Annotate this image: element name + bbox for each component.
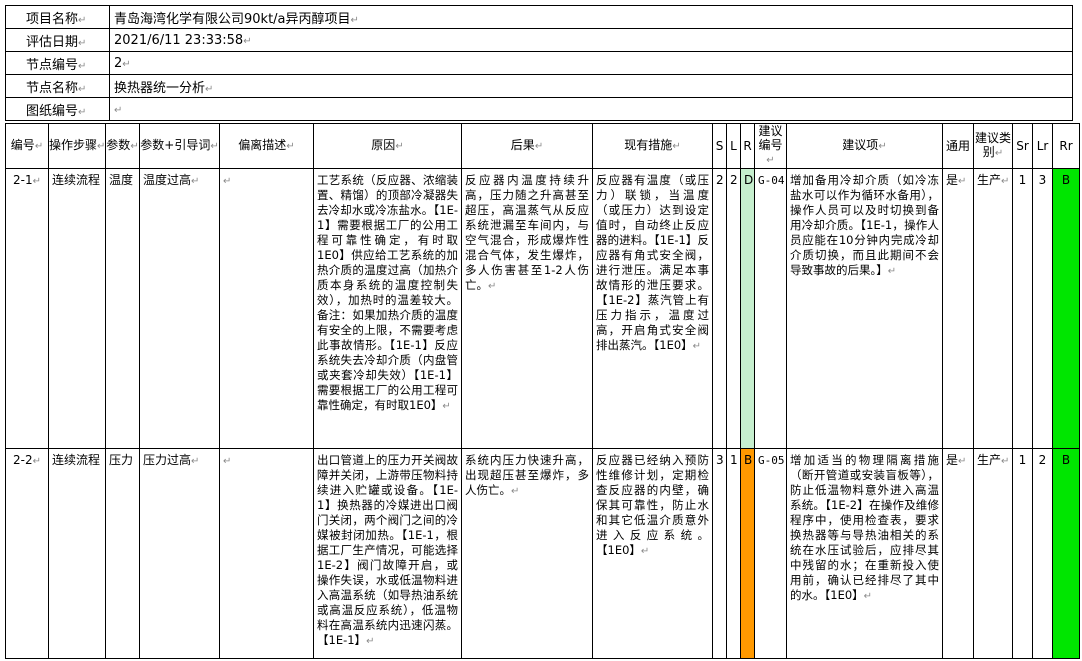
- cell-general[interactable]: 是↵: [942, 448, 974, 659]
- cell-param[interactable]: 压力: [105, 448, 140, 659]
- cell-measures[interactable]: 反应器已经纳入预防性维修计划，定期检查反应器的内壁，确保其可靠性，防止水和其它低…: [592, 448, 713, 659]
- cell-id[interactable]: 2-1↵: [5, 168, 49, 449]
- header-measures[interactable]: 现有措施↵: [592, 123, 713, 169]
- header-l[interactable]: L: [726, 123, 741, 169]
- header-deviation[interactable]: 偏离描述↵: [219, 123, 314, 169]
- hazop-analysis-table: 编号↵ 操作步骤↵ 参数↵ 参数+引导词↵ 偏离描述↵ 原因↵ 后果↵ 现有措施…: [5, 123, 1080, 659]
- header-s[interactable]: S: [712, 123, 727, 169]
- cell-sr[interactable]: 1: [1012, 448, 1033, 659]
- header-recommendation[interactable]: 建议项↵: [786, 123, 943, 169]
- info-value[interactable]: 换热器统一分析↵: [109, 74, 1073, 98]
- cell-guide[interactable]: 温度过高↵: [139, 168, 220, 449]
- cell-s[interactable]: 3: [712, 448, 727, 659]
- info-row-node-name: 节点名称↵ 换热器统一分析↵: [5, 74, 1073, 98]
- cell-rr[interactable]: B: [1052, 168, 1080, 449]
- cell-lr[interactable]: 3: [1032, 168, 1053, 449]
- header-rr[interactable]: Rr: [1052, 123, 1080, 169]
- cell-s[interactable]: 2: [712, 168, 727, 449]
- header-sr[interactable]: Sr: [1012, 123, 1033, 169]
- cell-recommendation[interactable]: 增加适当的物理隔离措施（断开管道或安装盲板等），防止低温物料意外进入高温系统。【…: [786, 448, 943, 659]
- info-value[interactable]: ↵: [109, 97, 1073, 121]
- cell-l[interactable]: 1: [726, 448, 741, 659]
- info-row-node-id: 节点编号↵ 2↵: [5, 51, 1073, 75]
- table-header-row: 编号↵ 操作步骤↵ 参数↵ 参数+引导词↵ 偏离描述↵ 原因↵ 后果↵ 现有措施…: [5, 123, 1080, 169]
- cell-r[interactable]: D: [740, 168, 755, 449]
- cell-step[interactable]: 连续流程: [48, 168, 106, 449]
- cell-category[interactable]: 生产↵: [973, 168, 1013, 449]
- cell-l[interactable]: 2: [726, 168, 741, 449]
- info-label: 评估日期↵: [5, 28, 110, 52]
- info-label: 节点名称↵: [5, 74, 110, 98]
- cell-rec-id[interactable]: G-04: [754, 168, 787, 449]
- info-value[interactable]: 2021/6/11 23:33:58↵: [109, 28, 1073, 52]
- info-label: 节点编号↵: [5, 51, 110, 75]
- header-consequence[interactable]: 后果↵: [461, 123, 593, 169]
- table-row: 2-2↵ 连续流程 压力 压力过高↵ ↵ 出口管道上的压力开关阀故障并关闭，上游…: [5, 448, 1080, 659]
- header-r[interactable]: R: [740, 123, 755, 169]
- header-general[interactable]: 通用: [942, 123, 974, 169]
- header-param[interactable]: 参数↵: [105, 123, 140, 169]
- header-lr[interactable]: Lr: [1032, 123, 1053, 169]
- header-rec-id[interactable]: 建议编号↵: [754, 123, 787, 169]
- info-row-eval-date: 评估日期↵ 2021/6/11 23:33:58↵: [5, 28, 1073, 52]
- header-id[interactable]: 编号↵: [5, 123, 49, 169]
- cell-general[interactable]: 是↵: [942, 168, 974, 449]
- cell-deviation[interactable]: ↵: [219, 448, 314, 659]
- header-category[interactable]: 建议类别↵: [973, 123, 1013, 169]
- info-value[interactable]: 2↵: [109, 51, 1073, 75]
- info-row-project-name: 项目名称↵ 青岛海湾化学有限公司90kt/a异丙醇项目↵: [5, 5, 1073, 29]
- cell-cause[interactable]: 出口管道上的压力开关阀故障并关闭，上游带压物料持续进入贮罐或设备。【1E-1】换…: [313, 448, 462, 659]
- project-info-table: 项目名称↵ 青岛海湾化学有限公司90kt/a异丙醇项目↵ 评估日期↵ 2021/…: [5, 5, 1073, 121]
- header-step[interactable]: 操作步骤↵: [48, 123, 106, 169]
- cell-consequence[interactable]: 系统内压力快速升高，出现超压甚至爆炸，多人伤亡。↵: [461, 448, 593, 659]
- cell-deviation[interactable]: ↵: [219, 168, 314, 449]
- cell-id[interactable]: 2-2↵: [5, 448, 49, 659]
- info-label: 项目名称↵: [5, 5, 110, 29]
- cell-lr[interactable]: 2: [1032, 448, 1053, 659]
- cell-category[interactable]: 生产↵: [973, 448, 1013, 659]
- table-row: 2-1↵ 连续流程 温度 温度过高↵ ↵ 工艺系统（反应器、浓缩装置、精馏）的顶…: [5, 168, 1080, 449]
- cell-consequence[interactable]: 反应器内温度持续升高，压力随之升高甚至超压，高温蒸气从反应系统泄漏至车间内，与空…: [461, 168, 593, 449]
- header-guide[interactable]: 参数+引导词↵: [139, 123, 220, 169]
- cell-rec-id[interactable]: G-05: [754, 448, 787, 659]
- cell-sr[interactable]: 1: [1012, 168, 1033, 449]
- cell-measures[interactable]: 反应器有温度（或压力）联锁，当温度（或压力）达到设定值时，自动终止反应器的进料。…: [592, 168, 713, 449]
- cell-rr[interactable]: B: [1052, 448, 1080, 659]
- header-cause[interactable]: 原因↵: [313, 123, 462, 169]
- info-row-drawing-id: 图纸编号↵ ↵: [5, 97, 1073, 121]
- cell-param[interactable]: 温度: [105, 168, 140, 449]
- cell-cause[interactable]: 工艺系统（反应器、浓缩装置、精馏）的顶部冷凝器失去冷却水或冷冻盐水。【1E-1】…: [313, 168, 462, 449]
- cell-step[interactable]: 连续流程: [48, 448, 106, 659]
- info-value[interactable]: 青岛海湾化学有限公司90kt/a异丙醇项目↵: [109, 5, 1073, 29]
- cell-guide[interactable]: 压力过高↵: [139, 448, 220, 659]
- cell-recommendation[interactable]: 增加备用冷却介质（如冷冻盐水可以作为循环水备用），操作人员可以及时切换到备用冷却…: [786, 168, 943, 449]
- info-label: 图纸编号↵: [5, 97, 110, 121]
- cell-r[interactable]: B: [740, 448, 755, 659]
